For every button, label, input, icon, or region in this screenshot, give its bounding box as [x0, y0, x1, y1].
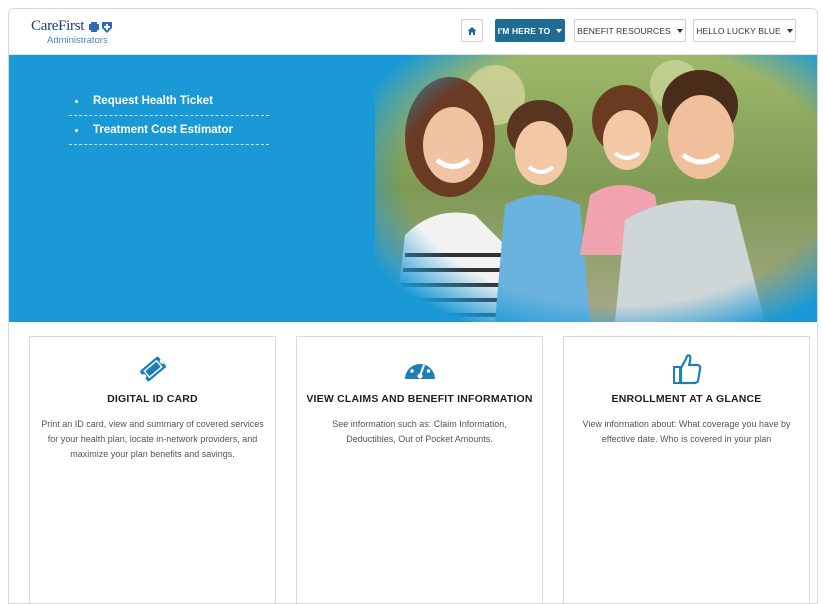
logo-subtitle: Administrators [47, 35, 108, 46]
card-description: See information such as: Claim Informati… [332, 419, 507, 444]
cross-shield-icon [89, 22, 112, 33]
hero-link-label: Request Health Ticket [93, 95, 213, 107]
benefit-resources-dropdown[interactable]: BENEFIT RESOURCES [574, 19, 686, 42]
hero-link-label: Treatment Cost Estimator [93, 124, 233, 136]
family-photo [375, 55, 817, 322]
chevron-down-icon [676, 28, 683, 33]
ticket-icon [139, 356, 166, 382]
browser-frame: CareFirst Administrators I'M HERE TO BEN… [8, 8, 818, 604]
logo-name: CareFirst [31, 18, 85, 34]
thumbs-up-icon [672, 354, 701, 385]
card-title: DIGITAL ID CARD [107, 393, 198, 405]
carefirst-logo[interactable]: CareFirst Administrators [31, 18, 141, 48]
card-title: VIEW CLAIMS AND BENEFIT INFORMATION [306, 393, 533, 405]
request-health-ticket-link[interactable]: Request Health Ticket [69, 87, 269, 116]
chevron-down-icon [556, 28, 563, 33]
enrollment-card[interactable]: ENROLLMENT AT A GLANCE View information … [563, 336, 810, 603]
card-description: View information about: What coverage yo… [582, 419, 791, 444]
user-menu-dropdown[interactable]: HELLO LUCKY BLUE [693, 19, 796, 42]
card-title: ENROLLMENT AT A GLANCE [611, 393, 762, 405]
im-here-to-dropdown[interactable]: I'M HERE TO [495, 19, 565, 42]
home-icon [467, 26, 477, 35]
treatment-cost-estimator-link[interactable]: Treatment Cost Estimator [69, 116, 269, 145]
user-greeting-label: HELLO LUCKY BLUE [696, 25, 781, 36]
dashboard-gauge-icon [404, 358, 435, 379]
chevron-down-icon [786, 28, 793, 33]
im-here-to-label: I'M HERE TO [497, 25, 551, 36]
benefit-resources-label: BENEFIT RESOURCES [577, 25, 671, 36]
card-description: Print an ID card, view and summary of co… [41, 419, 264, 459]
digital-id-card-card[interactable]: DIGITAL ID CARD Print an ID card, view a… [29, 336, 276, 603]
header: CareFirst Administrators I'M HERE TO BEN… [9, 9, 817, 55]
hero-links: Request Health Ticket Treatment Cost Est… [69, 87, 269, 145]
home-button[interactable] [461, 19, 483, 42]
hero-banner: Request Health Ticket Treatment Cost Est… [9, 55, 817, 322]
view-claims-card[interactable]: VIEW CLAIMS AND BENEFIT INFORMATION See … [296, 336, 543, 603]
